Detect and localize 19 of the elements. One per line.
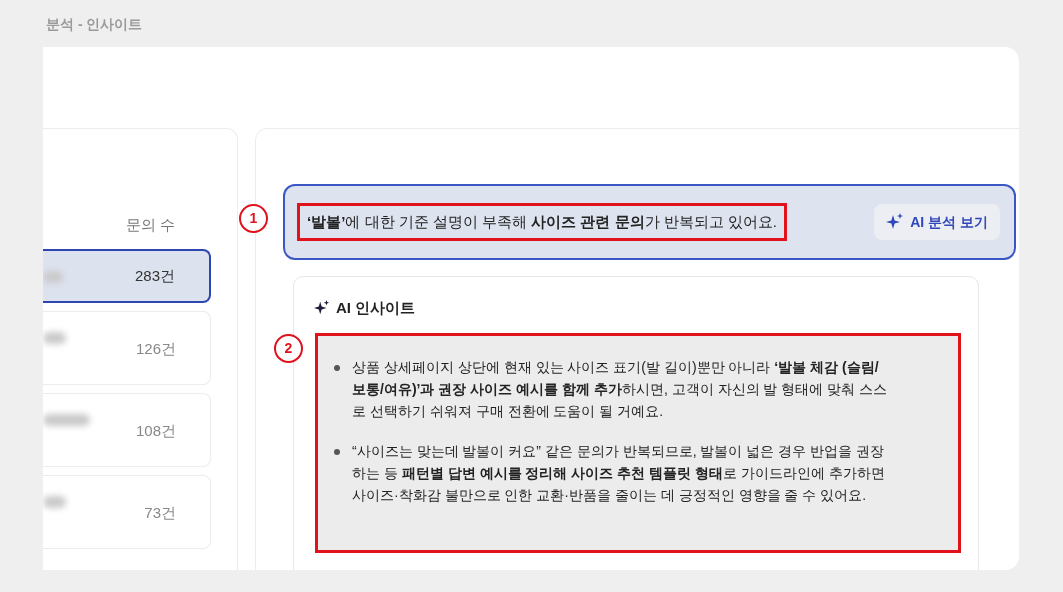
window-title: 분석 - 인사이트 xyxy=(46,15,143,34)
list-row[interactable]: 108건 xyxy=(43,393,211,467)
insight-title: AI 인사이트 xyxy=(336,298,416,318)
list-row[interactable]: 73건 xyxy=(43,475,211,549)
blurred-text xyxy=(43,271,63,283)
blurred-text xyxy=(43,332,67,344)
insight-paragraph: “사이즈는 맞는데 발볼이 커요” 같은 문의가 반복되므로, 발볼이 넓은 경우 반업을 권장하는 등 패턴별 답변 예시를 정리해 사이즈 추천 템플릿 형태로 가이드라인에 추가하면 사이즈·착화감 불만으로 인한 교환·반품을 줄이는 데 긍정적인 영향을 줄 수 있어요. xyxy=(352,442,886,505)
list-row[interactable]: 283건 xyxy=(43,249,211,303)
column-header: 문의 수 xyxy=(125,215,175,235)
banner-message: ‘발볼’에 대한 기준 설명이 부족해 사이즈 관련 문의가 반복되고 있어요. xyxy=(297,202,788,242)
inquiry-count: 283건 xyxy=(134,266,175,286)
blurred-text xyxy=(43,414,90,426)
inquiry-count: 126건 xyxy=(135,339,176,359)
inquiry-count: 73건 xyxy=(144,503,176,523)
ai-analysis-button[interactable]: AI 분석 보기 xyxy=(874,204,1000,240)
inquiry-count: 108건 xyxy=(135,421,176,441)
insight-paragraph: 상품 상세페이지 상단에 현재 있는 사이즈 표기(발 길이)뿐만 아니라 ‘발볼 체감 (슬림/보통/여유)’과 권장 사이즈 예시를 함께 추가하시면, 고객이 자신의 발 형태에 맞춰 스스로 선택하기 쉬워져 구매 전환에 도움이 될 거예요. xyxy=(352,358,889,421)
list-row[interactable]: 126건 xyxy=(43,311,211,385)
blurred-text xyxy=(43,496,67,508)
